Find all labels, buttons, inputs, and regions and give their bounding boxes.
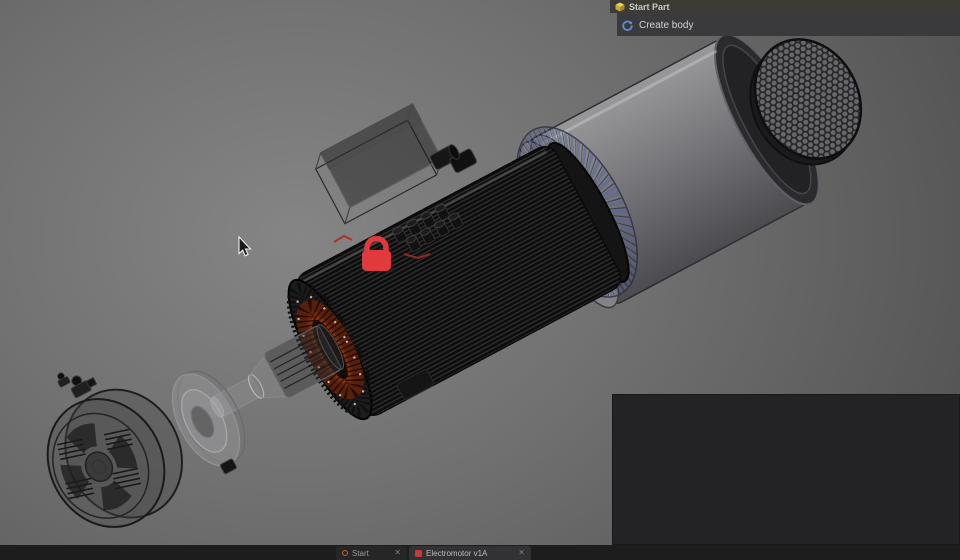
body-icon — [622, 20, 633, 31]
tab-start[interactable]: Start ✕ — [336, 546, 407, 560]
tab-electromotor[interactable]: Electromotor v1A ✕ — [409, 546, 531, 560]
history-item-start-part[interactable]: Start Part — [610, 0, 960, 13]
history-item-create-body[interactable]: Create body — [617, 13, 960, 36]
application-window: Start Part Create body Start ✕ Electromo… — [0, 0, 960, 560]
model-stator-body[interactable] — [273, 132, 643, 430]
close-icon[interactable]: ✕ — [394, 549, 401, 557]
close-icon[interactable]: ✕ — [518, 549, 525, 557]
mouse-cursor — [238, 235, 252, 257]
bottom-right-panel — [612, 394, 960, 545]
app-logo-icon — [342, 550, 348, 556]
tab-label: Start — [352, 548, 369, 558]
tab-label: Electromotor v1A — [426, 548, 488, 558]
cube-icon — [615, 2, 625, 12]
document-tab-bar: Start ✕ Electromotor v1A ✕ — [0, 545, 960, 560]
document-icon — [415, 549, 422, 557]
model-clamp-bolts[interactable] — [54, 369, 98, 399]
feature-history-panel: Start Part Create body — [610, 0, 960, 36]
history-item-label: Create body — [639, 19, 694, 31]
history-item-label: Start Part — [629, 1, 670, 12]
